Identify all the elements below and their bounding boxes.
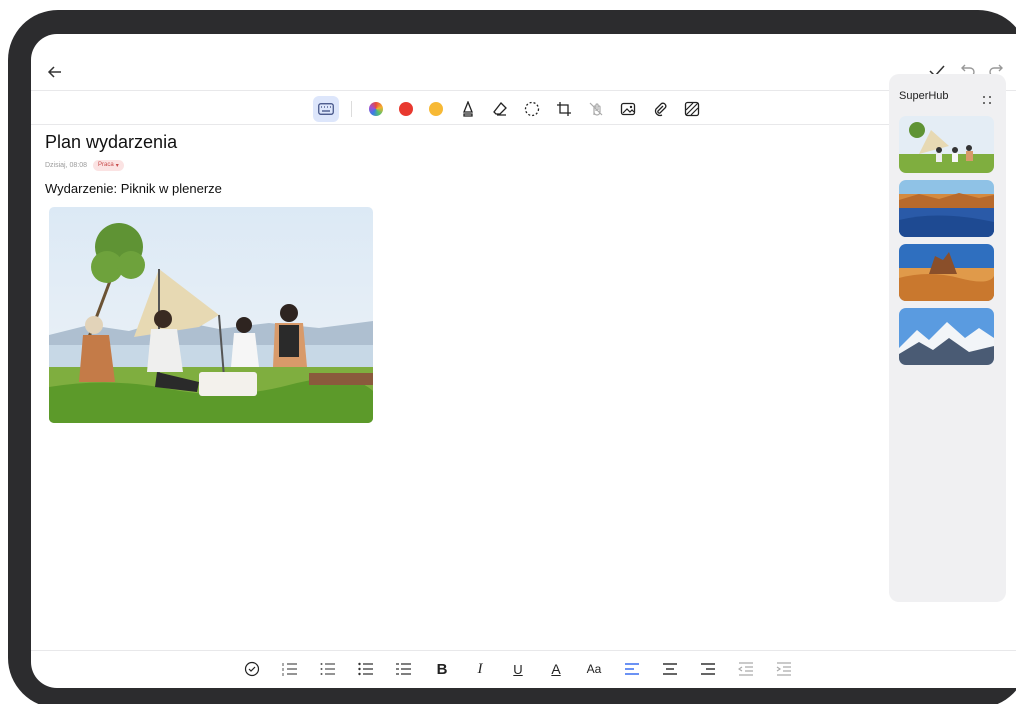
- attachment-icon[interactable]: [647, 96, 673, 122]
- back-arrow-icon[interactable]: [43, 60, 67, 84]
- lasso-icon[interactable]: [519, 96, 545, 122]
- texture-icon[interactable]: [679, 96, 705, 122]
- category-tag[interactable]: Praca ▾: [93, 159, 124, 171]
- superhub-title: SuperHub: [899, 90, 949, 102]
- pen-icon[interactable]: [455, 96, 481, 122]
- italic-button[interactable]: I: [469, 658, 491, 680]
- picnic-photo[interactable]: [49, 207, 373, 423]
- keyboard-icon[interactable]: [313, 96, 339, 122]
- checklist-icon[interactable]: [241, 658, 263, 680]
- crop-icon[interactable]: [551, 96, 577, 122]
- superhub-panel: SuperHub: [889, 74, 1006, 602]
- note-date: Dzisiaj, 08:08: [45, 161, 88, 169]
- color-wheel-icon[interactable]: [363, 96, 389, 122]
- dash-list-icon[interactable]: [393, 658, 415, 680]
- underline-button[interactable]: U: [507, 658, 529, 680]
- bold-button[interactable]: B: [431, 658, 453, 680]
- red-color-dot[interactable]: [393, 96, 419, 122]
- font-color-button[interactable]: A: [545, 658, 567, 680]
- bullet-list-icon[interactable]: [355, 658, 377, 680]
- outdent-icon[interactable]: [735, 658, 757, 680]
- note-subtitle[interactable]: Wydarzenie: Piknik w plenerze: [45, 181, 222, 196]
- header-divider: [31, 90, 1016, 91]
- ordered-list-icon[interactable]: [317, 658, 339, 680]
- align-left-icon[interactable]: [621, 658, 643, 680]
- chevron-down-icon: ▾: [115, 162, 119, 169]
- eraser-icon[interactable]: [487, 96, 513, 122]
- yellow-color-dot[interactable]: [423, 96, 449, 122]
- align-center-icon[interactable]: [659, 658, 681, 680]
- font-size-button[interactable]: Aa: [583, 658, 605, 680]
- picnic-thumbnail[interactable]: [899, 116, 994, 173]
- category-tag-label: Praca: [98, 162, 114, 168]
- footer-divider: [31, 650, 1016, 651]
- screen: Plan wydarzenia Dzisiaj, 08:08 Praca ▾ W…: [31, 34, 1016, 688]
- toolbar-separator: [351, 101, 352, 117]
- numbered-list-icon[interactable]: [279, 658, 301, 680]
- align-right-icon[interactable]: [697, 658, 719, 680]
- desert-rock-thumbnail[interactable]: [899, 244, 994, 301]
- header: [31, 34, 1016, 92]
- snowy-mountains-thumbnail[interactable]: [899, 308, 994, 365]
- image-icon[interactable]: [615, 96, 641, 122]
- note-meta: Dzisiaj, 08:08 Praca ▾: [45, 158, 124, 172]
- lake-desert-thumbnail[interactable]: [899, 180, 994, 237]
- hand-draw-disabled-icon[interactable]: [583, 96, 609, 122]
- toolbar-divider: [31, 124, 889, 125]
- drag-handle-icon[interactable]: [982, 92, 992, 104]
- indent-icon[interactable]: [773, 658, 795, 680]
- note-title[interactable]: Plan wydarzenia: [45, 132, 177, 153]
